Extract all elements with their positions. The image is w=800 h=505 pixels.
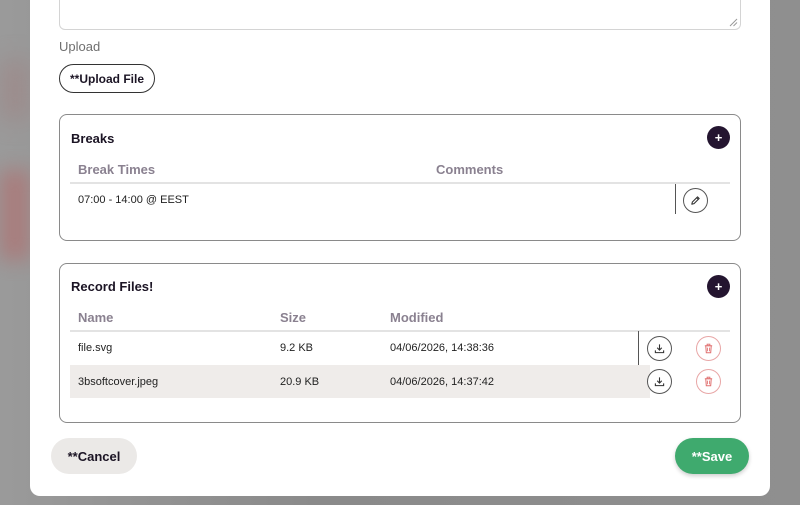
file-modified-cell: 04/06/2026, 14:37:42: [390, 376, 494, 388]
table-header-divider: [70, 182, 730, 184]
action-divider: [675, 184, 676, 214]
column-header-name: Name: [78, 310, 114, 325]
pencil-icon: [691, 196, 700, 205]
edit-break-button[interactable]: [683, 188, 708, 213]
file-size-cell: 20.9 KB: [280, 376, 320, 388]
backdrop-blur: [0, 60, 30, 120]
record-files-title: Record Files!: [71, 279, 154, 294]
breaks-title: Breaks: [71, 131, 115, 146]
modal-dialog: Upload **Upload File Breaks + Break Time…: [30, 0, 770, 496]
file-name-cell: 3bsoftcover.jpeg: [78, 376, 159, 388]
notes-textarea[interactable]: [59, 0, 741, 30]
trash-icon: [704, 376, 713, 387]
add-break-button[interactable]: +: [707, 126, 730, 149]
download-file-button[interactable]: [647, 336, 672, 361]
table-header-divider: [70, 330, 730, 332]
file-name-cell: file.svg: [78, 342, 113, 354]
column-header-size: Size: [280, 310, 307, 325]
record-files-panel: Record Files! + Name Size Modified file.…: [59, 263, 741, 423]
download-icon: [654, 377, 665, 387]
trash-icon: [704, 343, 713, 354]
backdrop-blur: [0, 170, 30, 260]
column-header-break-times: Break Times: [78, 162, 156, 177]
cancel-button[interactable]: **Cancel: [51, 438, 137, 474]
column-header-modified: Modified: [390, 310, 444, 325]
breaks-panel: Breaks + Break Times Comments 07:00 - 14…: [59, 114, 741, 241]
download-file-button[interactable]: [647, 369, 672, 394]
resize-grip-icon[interactable]: [729, 18, 738, 27]
save-button[interactable]: **Save: [675, 438, 749, 474]
delete-file-button[interactable]: [696, 369, 721, 394]
file-modified-cell: 04/06/2026, 14:38:36: [390, 342, 494, 354]
upload-label: Upload: [59, 39, 101, 54]
break-time-cell: 07:00 - 14:00 @ EEST: [78, 194, 189, 206]
file-size-cell: 9.2 KB: [280, 342, 314, 354]
add-file-button[interactable]: +: [707, 275, 730, 298]
download-icon: [654, 344, 665, 354]
upload-file-button[interactable]: **Upload File: [59, 64, 155, 93]
delete-file-button[interactable]: [696, 336, 721, 361]
column-header-comments: Comments: [436, 162, 504, 177]
